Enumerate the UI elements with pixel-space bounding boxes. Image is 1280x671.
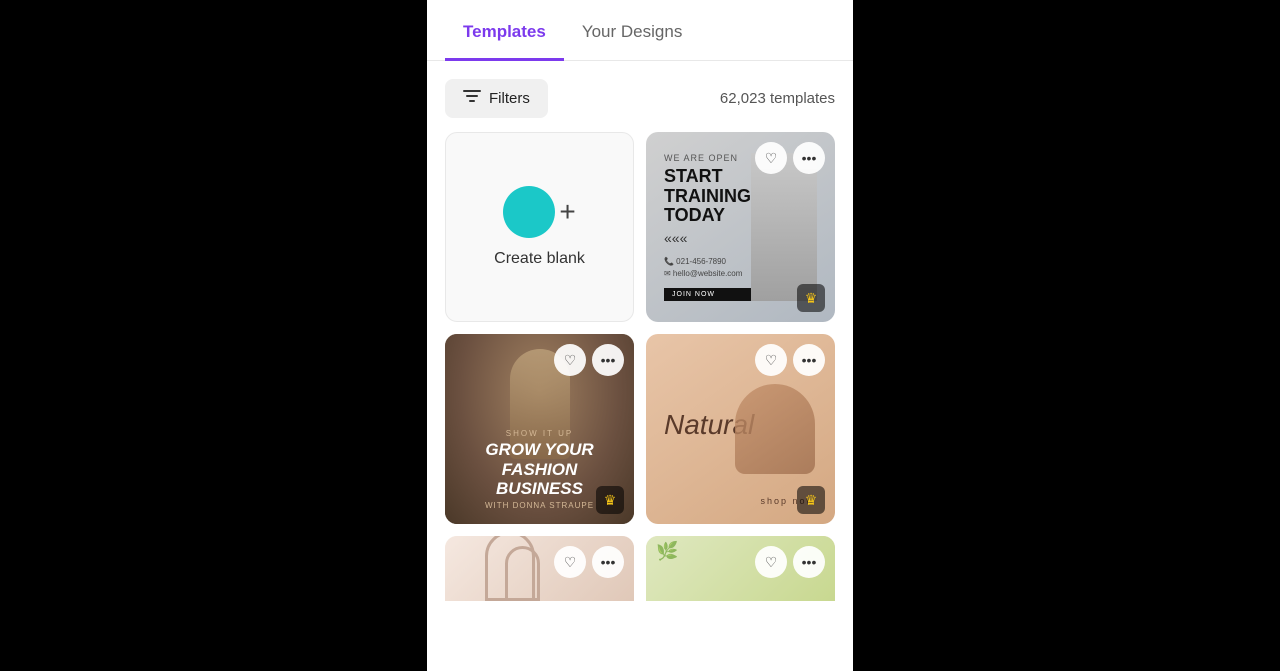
tab-your-designs[interactable]: Your Designs [564,0,701,61]
fitness-favorite-button[interactable]: ♡ [755,142,787,174]
fitness-person-side [751,153,817,301]
fashion-subtitle: SHOW IT UP [459,429,620,438]
fitness-cta: JOIN NOW [664,288,751,301]
fitness-tag: WE ARE OPEN [664,153,751,163]
natural-product-image [735,384,815,474]
heart-icon: ♡ [564,554,577,571]
heart-icon: ♡ [765,352,778,369]
natural-card-actions: ♡ ••• [755,344,825,376]
filter-icon [463,89,481,108]
arch-shape-2 [505,546,540,601]
bloom-card-actions: ♡ ••• [755,546,825,578]
natural-more-button[interactable]: ••• [793,344,825,376]
more-icon: ••• [601,554,616,570]
arch-card-actions: ♡ ••• [554,546,624,578]
filters-button[interactable]: Filters [445,79,548,118]
plus-icon: + [559,198,575,226]
fashion-with-text: WITH DONNA STRAUPE [459,501,620,510]
template-card-natural[interactable]: Natural shop now ♡ ••• ♛ [646,334,835,524]
left-background [0,0,427,671]
fashion-card-actions: ♡ ••• [554,344,624,376]
more-icon: ••• [802,554,817,570]
create-blank-card[interactable]: + Create blank [445,132,634,322]
fitness-more-button[interactable]: ••• [793,142,825,174]
heart-icon: ♡ [765,554,778,571]
template-card-bloom[interactable]: 🌿 BLOOM ♡ ••• [646,536,835,671]
more-icon: ••• [601,352,616,368]
templates-grid: + Create blank WE ARE OPEN START TRAININ… [427,132,853,671]
more-icon: ••• [802,150,817,166]
fitness-card-actions: ♡ ••• [755,142,825,174]
fitness-person-image [751,153,817,301]
fashion-text: SHOW IT UP GROW YOUR FASHION BUSINESS WI… [459,429,620,510]
natural-crown-badge: ♛ [797,486,825,514]
main-panel: Templates Your Designs Filters 62,023 te… [427,0,853,671]
filters-label: Filters [489,90,530,107]
fitness-contact: 📞 021-456-7890✉ hello@website.com [664,256,751,280]
template-card-arch[interactable]: ♡ ••• [445,536,634,671]
fitness-title: START TRAINING TODAY [664,167,751,226]
fitness-arrows: ««« [664,230,751,246]
more-icon: ••• [802,352,817,368]
fitness-text: WE ARE OPEN START TRAINING TODAY ««« 📞 0… [664,153,751,301]
filters-bar: Filters 62,023 templates [427,61,853,132]
fashion-title: GROW YOUR FASHION BUSINESS [459,440,620,499]
fashion-favorite-button[interactable]: ♡ [554,344,586,376]
fashion-more-button[interactable]: ••• [592,344,624,376]
template-card-fashion[interactable]: SHOW IT UP GROW YOUR FASHION BUSINESS WI… [445,334,634,524]
crown-icon: ♛ [805,492,818,509]
heart-icon: ♡ [564,352,577,369]
arch-favorite-button[interactable]: ♡ [554,546,586,578]
bloom-favorite-button[interactable]: ♡ [755,546,787,578]
arch-more-button[interactable]: ••• [592,546,624,578]
leaf-decoration: 🌿 [656,541,678,562]
natural-favorite-button[interactable]: ♡ [755,344,787,376]
teal-circle-icon [503,186,555,238]
tab-templates[interactable]: Templates [445,0,564,61]
create-blank-label: Create blank [494,250,585,268]
template-card-fitness[interactable]: WE ARE OPEN START TRAINING TODAY ««« 📞 0… [646,132,835,322]
template-count: 62,023 templates [720,90,835,107]
tabs-bar: Templates Your Designs [427,0,853,61]
right-background [853,0,1280,671]
create-blank-icon-wrap: + [503,186,575,238]
fitness-crown-badge: ♛ [797,284,825,312]
bloom-more-button[interactable]: ••• [793,546,825,578]
crown-icon: ♛ [805,290,818,307]
heart-icon: ♡ [765,150,778,167]
